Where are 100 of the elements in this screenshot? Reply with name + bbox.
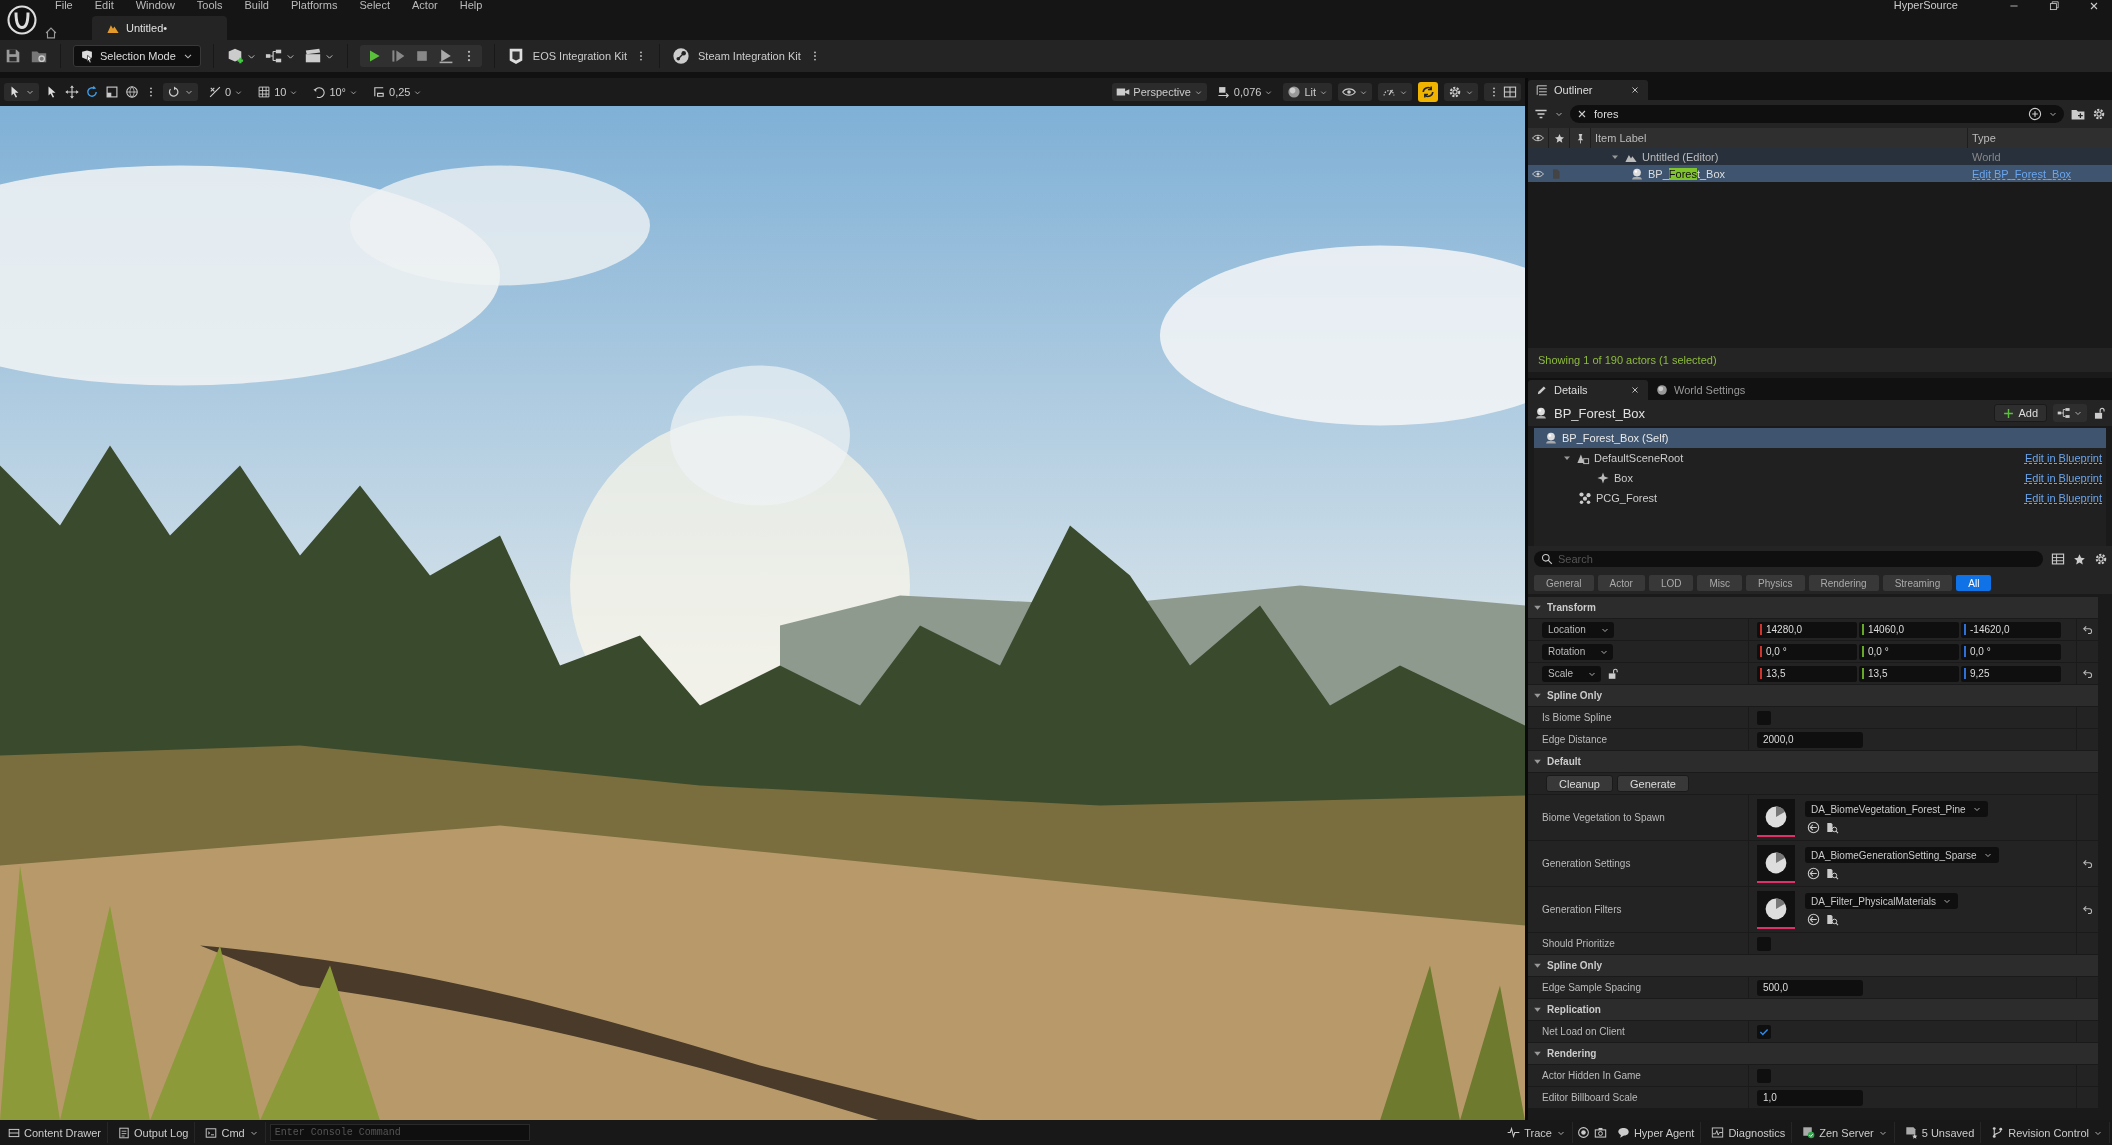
status-button[interactable]: Hyper Agent	[1610, 1122, 1702, 1143]
settings-icon[interactable]	[2092, 107, 2106, 121]
snap-value[interactable]: 10	[274, 86, 287, 98]
checkbox[interactable]	[1757, 1024, 1771, 1039]
number-field[interactable]: 500,0	[1757, 979, 1863, 996]
outliner-row[interactable]: Untitled (Editor) World	[1528, 148, 2112, 165]
section-header[interactable]: Default	[1528, 751, 2098, 773]
snap-value[interactable]: 0,25	[389, 86, 411, 98]
use-selected-icon[interactable]	[1807, 913, 1820, 926]
menu-item[interactable]: Edit	[83, 0, 125, 10]
add-button[interactable]: Add	[1994, 404, 2047, 422]
selection-mode-dropdown[interactable]: Selection Mode	[73, 45, 201, 67]
status-button[interactable]: Diagnostics	[1705, 1122, 1793, 1143]
filter-tab[interactable]: Misc	[1697, 575, 1743, 591]
menu-item[interactable]: Help	[448, 0, 494, 10]
filter-tab[interactable]: Actor	[1597, 575, 1645, 591]
console-field[interactable]: Enter Console Command	[269, 1124, 530, 1141]
angle-icon[interactable]	[312, 85, 327, 99]
camera-speed-icon[interactable]	[1216, 85, 1231, 99]
plugin-label[interactable]: Steam Integration Kit	[698, 50, 801, 62]
component-row[interactable]: BP_Forest_Box (Self)	[1534, 428, 2106, 448]
action-button[interactable]: Cleanup	[1546, 775, 1613, 792]
number-field[interactable]: 0,0 °	[1961, 643, 2061, 660]
transform-dropdown[interactable]: Scale	[1542, 665, 1601, 682]
home-icon[interactable]	[44, 26, 58, 40]
number-field[interactable]: 0,0 °	[1859, 643, 1959, 660]
close-icon[interactable]	[1630, 385, 1640, 395]
rotate-icon[interactable]	[85, 85, 99, 99]
menu-item[interactable]: Tools	[185, 0, 234, 10]
asset-dropdown[interactable]: DA_Filter_PhysicalMaterials	[1805, 893, 1959, 909]
asset-dropdown[interactable]: DA_BiomeGenerationSetting_Sparse	[1805, 847, 1999, 863]
edit-link[interactable]: Edit in Blueprint	[2024, 492, 2102, 504]
filter-tab[interactable]: Physics	[1746, 575, 1805, 591]
settings-icon[interactable]	[2094, 552, 2108, 566]
component-row[interactable]: DefaultSceneRoot Edit in Blueprint	[1534, 448, 2106, 468]
asset-dropdown[interactable]: DA_BiomeVegetation_Forest_Pine	[1805, 801, 1988, 817]
reset-icon[interactable]	[2081, 667, 2094, 680]
number-field[interactable]: 14060,0	[1859, 621, 1959, 638]
number-field[interactable]: 0,0 °	[1757, 643, 1857, 660]
logo-icon[interactable]	[7, 5, 37, 35]
eject-icon[interactable]	[437, 48, 454, 64]
disc-logo-icon[interactable]	[672, 47, 690, 65]
status-button[interactable]: Zen Server	[1796, 1122, 1895, 1143]
menu-item[interactable]: Actor	[401, 0, 449, 10]
number-field[interactable]: 14280,0	[1757, 621, 1857, 638]
status-button[interactable]: 5 Unsaved	[1898, 1122, 1982, 1143]
menu-item[interactable]: Build	[233, 0, 280, 10]
star-icon[interactable]	[2073, 552, 2086, 566]
number-field[interactable]: 13,5	[1859, 665, 1959, 682]
menu-item[interactable]: Window	[124, 0, 186, 10]
blueprint-dropdown[interactable]	[2053, 404, 2087, 422]
section-header[interactable]: Replication	[1528, 999, 2098, 1021]
use-selected-icon[interactable]	[1807, 867, 1820, 880]
number-field[interactable]: 2000,0	[1757, 731, 1863, 748]
scale-snap-icon[interactable]	[372, 85, 386, 99]
use-selected-icon[interactable]	[1807, 821, 1820, 834]
restore-icon[interactable]	[2048, 0, 2060, 12]
browse-icon[interactable]	[1826, 867, 1839, 880]
search-field[interactable]: Search	[1534, 551, 2043, 567]
menu-item[interactable]: Platforms	[280, 0, 349, 10]
browse-icon[interactable]	[1826, 913, 1839, 926]
camera-speed[interactable]: 0,076	[1233, 86, 1262, 98]
game-view-toggle[interactable]	[1418, 82, 1438, 102]
move-icon[interactable]	[65, 85, 79, 99]
step-icon[interactable]	[389, 48, 406, 64]
layout-icon[interactable]	[1503, 85, 1517, 99]
close-icon[interactable]	[1630, 85, 1640, 95]
reset-icon[interactable]	[2081, 903, 2094, 916]
section-header[interactable]: Transform	[1528, 597, 2098, 619]
menu-item[interactable]: Select	[348, 0, 402, 10]
outliner-tab[interactable]: Outliner	[1528, 80, 1648, 100]
eye-icon[interactable]	[1342, 85, 1356, 99]
grid-icon[interactable]	[257, 85, 272, 99]
view-mode[interactable]: Lit	[1304, 86, 1316, 98]
browse-icon[interactable]	[1826, 821, 1839, 834]
number-field[interactable]: -14620,0	[1961, 621, 2061, 638]
panel-tab[interactable]: World Settings	[1648, 380, 1754, 400]
status-button[interactable]: Output Log	[112, 1122, 196, 1143]
search-field[interactable]: fores	[1570, 105, 2064, 123]
transform-dropdown[interactable]: Rotation	[1542, 643, 1614, 660]
surface-snap-icon[interactable]	[208, 85, 222, 99]
filter-icon[interactable]	[1534, 107, 1548, 121]
status-button[interactable]: Content Drawer	[2, 1122, 109, 1143]
document-tab[interactable]: Untitled•	[92, 16, 228, 40]
close-icon[interactable]	[2088, 0, 2100, 12]
filter-tab[interactable]: LOD	[1648, 575, 1694, 591]
snap-value[interactable]: 10°	[329, 86, 346, 98]
save-icon[interactable]	[4, 47, 22, 65]
edit-link[interactable]: Edit in Blueprint	[2024, 472, 2102, 484]
section-header[interactable]: Rendering	[1528, 1043, 2098, 1065]
section-header[interactable]: Spline Only	[1528, 955, 2098, 977]
screenshot-icon[interactable]	[1593, 1126, 1607, 1139]
component-row[interactable]: Box Edit in Blueprint	[1534, 468, 2106, 488]
snap-value[interactable]: 0	[225, 86, 232, 98]
table-icon[interactable]	[2051, 552, 2065, 566]
star-icon[interactable]	[1553, 132, 1565, 144]
number-field[interactable]: 1,0	[1757, 1089, 1863, 1106]
filter-tab[interactable]: Streaming	[1882, 575, 1953, 591]
menu-item[interactable]: File	[44, 0, 84, 10]
panel-tab[interactable]: Details	[1528, 380, 1648, 400]
